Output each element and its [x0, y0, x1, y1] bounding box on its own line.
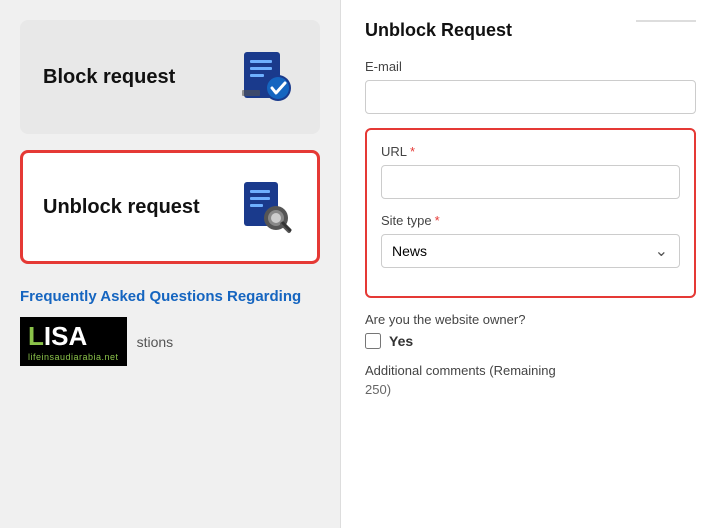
- owner-checkbox[interactable]: [365, 333, 381, 349]
- email-label: E-mail: [365, 59, 696, 74]
- owner-checkbox-row: Yes: [365, 333, 696, 349]
- faq-questions[interactable]: stions: [137, 334, 174, 350]
- unblock-request-card[interactable]: Unblock request: [20, 150, 320, 264]
- owner-section: Are you the website owner? Yes: [365, 312, 696, 349]
- owner-question: Are you the website owner?: [365, 312, 696, 327]
- additional-label: Additional comments (Remaining: [365, 363, 696, 378]
- url-sitetype-section: URL* Site type* News Blog Forum Shopping…: [365, 128, 696, 298]
- form-title: Unblock Request: [365, 20, 512, 41]
- lisa-container: LISA lifeinsaudiarabia.net stions: [20, 317, 320, 366]
- block-request-label: Block request: [43, 66, 175, 89]
- logo-isa: ISA: [44, 321, 87, 351]
- block-icon: [237, 47, 297, 107]
- remaining-count: 250): [365, 382, 696, 397]
- faq-section: Frequently Asked Questions Regarding LIS…: [20, 288, 320, 366]
- logo-subtitle: lifeinsaudiarabia.net: [28, 352, 119, 362]
- divider: [636, 20, 696, 22]
- site-type-label: Site type*: [381, 213, 680, 228]
- unblock-icon: [237, 177, 297, 237]
- additional-comments-group: Additional comments (Remaining 250): [365, 363, 696, 397]
- owner-checkbox-label[interactable]: Yes: [389, 333, 413, 349]
- right-panel: Unblock Request E-mail URL* Site type* N…: [340, 0, 720, 528]
- url-input[interactable]: [381, 165, 680, 199]
- site-type-group: Site type* News Blog Forum Shopping Soci…: [381, 213, 680, 268]
- block-request-card[interactable]: Block request: [20, 20, 320, 134]
- faq-title: Frequently Asked Questions Regarding: [20, 288, 320, 305]
- unblock-request-label: Unblock request: [43, 196, 200, 219]
- left-panel: Block request Unblock request: [0, 0, 340, 528]
- url-label: URL*: [381, 144, 680, 159]
- site-type-select[interactable]: News Blog Forum Shopping Social Media Ot…: [381, 234, 680, 268]
- site-type-select-wrapper: News Blog Forum Shopping Social Media Ot…: [381, 234, 680, 268]
- url-group: URL*: [381, 144, 680, 199]
- lisa-logo: LISA lifeinsaudiarabia.net: [20, 317, 127, 366]
- email-input[interactable]: [365, 80, 696, 114]
- logo-l: L: [28, 321, 44, 351]
- email-group: E-mail: [365, 59, 696, 114]
